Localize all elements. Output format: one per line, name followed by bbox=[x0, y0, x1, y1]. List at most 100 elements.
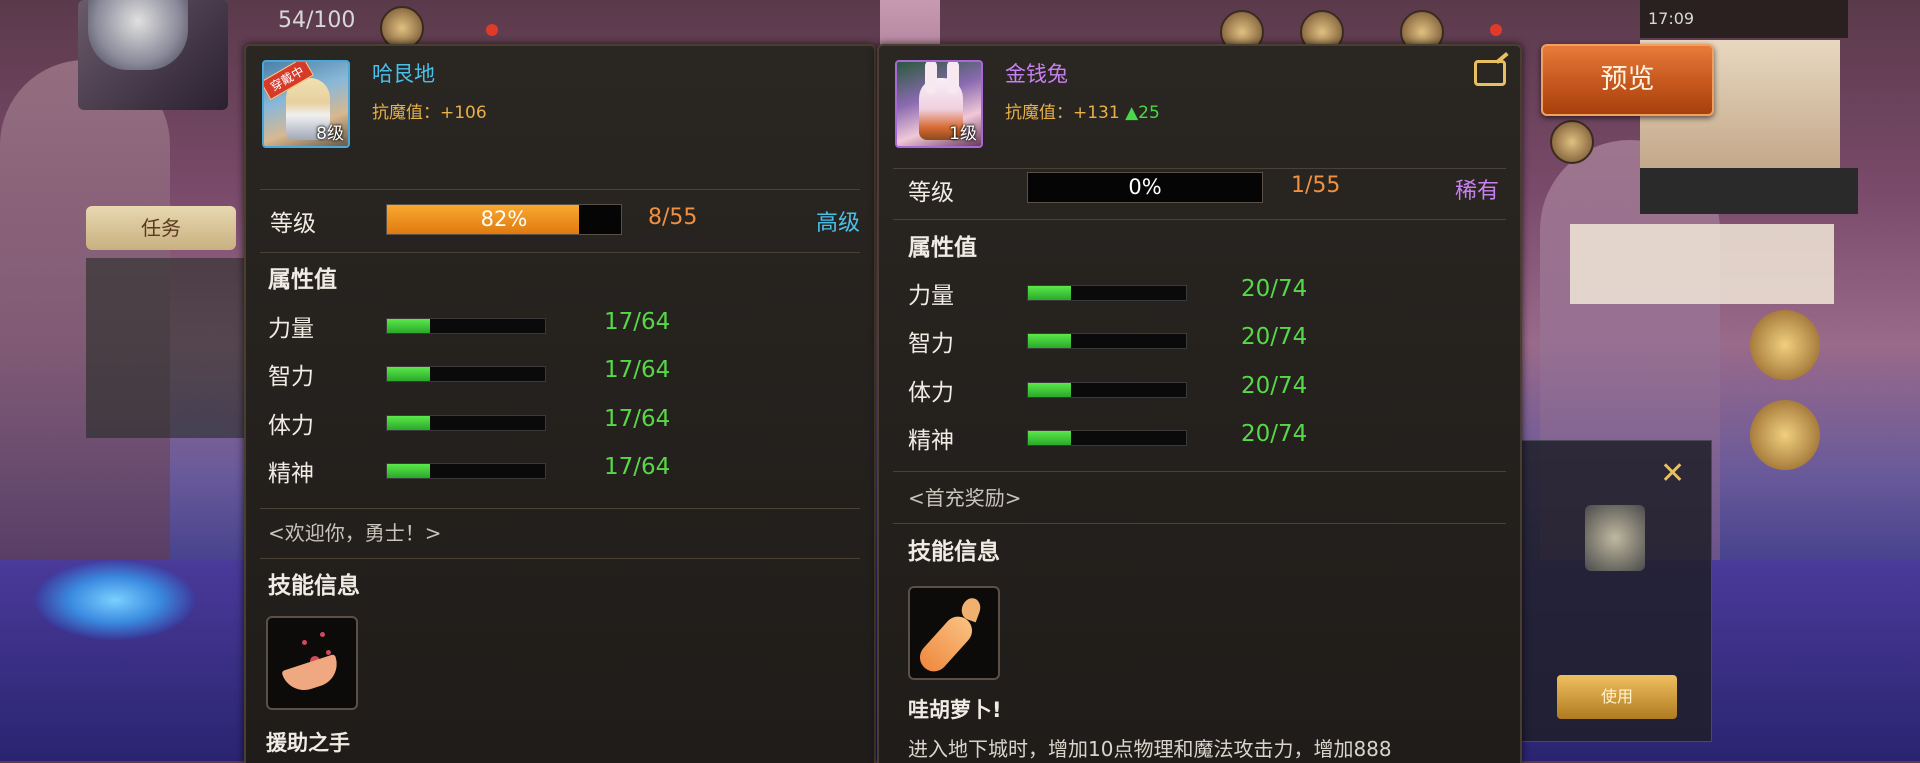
resist-value: 抗魔值：+106 bbox=[372, 98, 487, 123]
event-bar[interactable] bbox=[1640, 168, 1858, 214]
quest-tab[interactable]: 任务 bbox=[86, 206, 236, 250]
attributes-title: 属性值 bbox=[268, 267, 337, 293]
rank-panel[interactable] bbox=[1570, 224, 1834, 304]
level-count: 1/55 bbox=[1291, 173, 1341, 198]
close-icon[interactable]: ✕ bbox=[1660, 456, 1685, 491]
hud-menu-icon[interactable] bbox=[1550, 120, 1594, 164]
stat-value: 20/74 bbox=[1241, 421, 1308, 447]
divider bbox=[260, 508, 860, 509]
notification-dot bbox=[486, 24, 498, 36]
pet-portrait[interactable]: 穿戴中 8级 bbox=[262, 60, 350, 148]
divider bbox=[893, 471, 1506, 472]
divider bbox=[260, 252, 860, 253]
stat-bar bbox=[386, 318, 546, 334]
level-count: 8/55 bbox=[648, 205, 698, 230]
sparkle bbox=[302, 640, 307, 645]
divider bbox=[893, 219, 1506, 220]
resist-label: 抗魔值： bbox=[1005, 103, 1073, 123]
stat-value: 17/64 bbox=[604, 357, 671, 383]
stat-fill bbox=[1028, 286, 1071, 300]
resist-number: +131 bbox=[1073, 103, 1120, 123]
resist-label: 抗魔值： bbox=[372, 103, 440, 123]
current-pet-panel: 穿戴中 8级 哈艮地 抗魔值：+106 等级 82% 8/55 高级 属性值 力… bbox=[244, 44, 876, 763]
preview-button[interactable]: 预览 bbox=[1541, 44, 1714, 116]
level-progress-bar: 0% bbox=[1027, 172, 1263, 203]
stat-label: 精神 bbox=[908, 428, 954, 454]
compare-pet-panel: 1级 金钱兔 抗魔值：+131 ▲25 等级 0% 1/55 稀有 属性值 力量… bbox=[877, 44, 1522, 763]
skill-name: 援助之手 bbox=[266, 731, 350, 755]
stat-fill bbox=[387, 367, 430, 381]
rabbit-ear bbox=[925, 62, 937, 94]
stat-label: 力量 bbox=[908, 283, 954, 309]
sparkle bbox=[320, 632, 325, 637]
level-percent: 0% bbox=[1128, 175, 1162, 199]
stat-value: 20/74 bbox=[1241, 276, 1308, 302]
resist-increase: ▲25 bbox=[1125, 103, 1160, 123]
stat-value: 20/74 bbox=[1241, 324, 1308, 350]
stat-bar bbox=[386, 463, 546, 479]
item-icon bbox=[1585, 505, 1645, 571]
divider bbox=[260, 558, 860, 559]
resist-number: +106 bbox=[440, 103, 487, 123]
stat-fill bbox=[1028, 383, 1071, 397]
stat-value: 17/64 bbox=[604, 454, 671, 480]
attributes-title: 属性值 bbox=[908, 235, 977, 261]
stat-fill bbox=[1028, 334, 1071, 348]
share-icon[interactable] bbox=[1474, 60, 1506, 86]
level-label: 等级 bbox=[908, 180, 954, 206]
energy-counter: 54/100 bbox=[278, 8, 356, 33]
level-label: 等级 bbox=[270, 211, 316, 237]
pet-name: 金钱兔 bbox=[1005, 62, 1068, 86]
stat-fill bbox=[387, 464, 430, 478]
event-icon[interactable] bbox=[1750, 310, 1820, 380]
stat-label: 体力 bbox=[908, 380, 954, 406]
pet-name: 哈艮地 bbox=[372, 62, 435, 86]
resist-value: 抗魔值：+131 ▲25 bbox=[1005, 98, 1160, 123]
stat-label: 精神 bbox=[268, 461, 314, 487]
pet-level-badge: 8级 bbox=[316, 124, 344, 144]
level-progress-bar: 82% bbox=[386, 204, 622, 235]
carrot-shape bbox=[914, 610, 978, 678]
pet-portrait[interactable]: 1级 bbox=[895, 60, 983, 148]
event-icon[interactable] bbox=[1750, 400, 1820, 470]
skill-info-title: 技能信息 bbox=[268, 573, 360, 599]
stat-label: 力量 bbox=[268, 316, 314, 342]
divider bbox=[893, 168, 1506, 169]
rabbit-ear bbox=[947, 62, 959, 94]
stat-bar bbox=[1027, 333, 1187, 349]
level-percent: 82% bbox=[480, 207, 528, 231]
item-use-button[interactable]: 使用 bbox=[1557, 675, 1677, 719]
pet-level-badge: 1级 bbox=[949, 124, 977, 144]
stat-bar bbox=[1027, 430, 1187, 446]
helping-hand-skill-icon[interactable] bbox=[266, 616, 358, 710]
stat-fill bbox=[1028, 431, 1071, 445]
stat-fill bbox=[387, 319, 430, 333]
notification-dot bbox=[1490, 24, 1502, 36]
status-bar: 17:09 bbox=[1640, 0, 1848, 38]
stat-value: 20/74 bbox=[1241, 373, 1308, 399]
rarity-label: 高级 bbox=[816, 211, 861, 236]
skill-info-title: 技能信息 bbox=[908, 539, 1000, 565]
quest-list[interactable] bbox=[86, 258, 252, 438]
hand-shape bbox=[281, 653, 343, 697]
player-avatar[interactable] bbox=[78, 0, 228, 110]
stat-bar bbox=[1027, 285, 1187, 301]
rarity-label: 稀有 bbox=[1455, 179, 1500, 204]
pet-note: <首充奖励> bbox=[908, 486, 1022, 510]
carrot-skill-icon[interactable] bbox=[908, 586, 1000, 680]
skill-name: 哇胡萝卜! bbox=[908, 698, 1002, 722]
stat-value: 17/64 bbox=[604, 309, 671, 335]
stat-label: 智力 bbox=[268, 364, 314, 390]
stat-value: 17/64 bbox=[604, 406, 671, 432]
stat-label: 体力 bbox=[268, 413, 314, 439]
pet-note: <欢迎你，勇士！> bbox=[268, 521, 442, 545]
stat-bar bbox=[386, 415, 546, 431]
player-portrait bbox=[88, 0, 188, 70]
stat-bar bbox=[386, 366, 546, 382]
portal-glow bbox=[35, 560, 195, 640]
divider bbox=[260, 189, 860, 190]
stat-label: 智力 bbox=[908, 331, 954, 357]
skill-description: 进入地下城时，增加10点物理和魔法攻击力，增加888 bbox=[908, 737, 1392, 761]
stat-fill bbox=[387, 416, 430, 430]
divider bbox=[893, 523, 1506, 524]
